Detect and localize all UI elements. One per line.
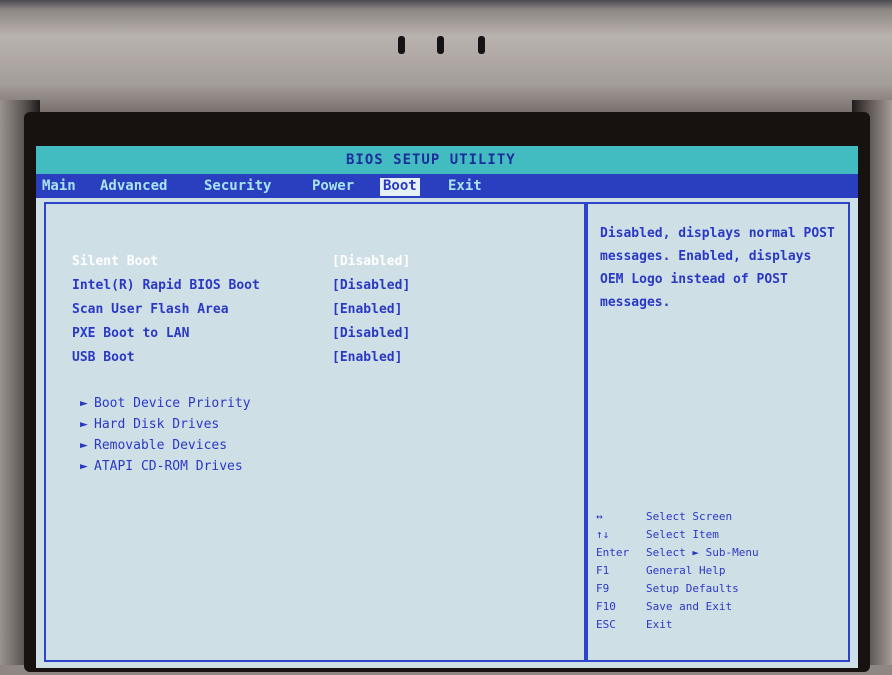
setting-label: Scan User Flash Area [72,302,229,317]
key-desc: Select Item [646,528,719,541]
submenu-label: ATAPI CD-ROM Drives [94,459,243,474]
key-hint: F10 Save and Exit [596,600,732,613]
key-hint: ESC Exit [596,618,673,631]
submenu-arrow-icon: ► [80,417,88,432]
bios-title: BIOS SETUP UTILITY [346,152,516,168]
key-name: ↑↓ [596,528,610,541]
help-text: Disabled, displays normal POST messages.… [600,226,835,310]
key-hint: ↔ Select Screen [596,510,732,523]
monitor-bezel-top [0,0,892,120]
tab-boot[interactable]: Boot [380,178,420,196]
settings-panel: Silent Boot [Disabled] Intel(R) Rapid BI… [44,202,586,662]
setting-value[interactable]: [Enabled] [332,302,402,317]
setting-label: Intel(R) Rapid BIOS Boot [72,278,260,293]
setting-label: USB Boot [72,350,135,365]
submenu-boot-device-priority[interactable]: ► Boot Device Priority [80,396,251,411]
key-desc: Exit [646,618,673,631]
submenu-arrow-icon: ► [80,459,88,474]
submenu-atapi-cdrom-drives[interactable]: ► ATAPI CD-ROM Drives [80,459,243,474]
bezel-led-2 [437,36,444,54]
tab-exit[interactable]: Exit [448,178,482,196]
menu-bar: Main Advanced Security Power Boot Exit [36,174,858,198]
submenu-label: Boot Device Priority [94,396,251,411]
title-bar: BIOS SETUP UTILITY [36,146,858,174]
key-name: F1 [596,564,610,577]
setting-value[interactable]: [Disabled] [332,278,410,293]
key-name: F10 [596,600,616,613]
key-desc: Setup Defaults [646,582,739,595]
key-desc: General Help [646,564,726,577]
tab-main[interactable]: Main [42,178,76,196]
tab-security[interactable]: Security [204,178,271,196]
setting-value[interactable]: [Enabled] [332,350,402,365]
bezel-led-1 [398,36,405,54]
setting-value[interactable]: [Disabled] [332,326,410,341]
key-hint: F1 General Help [596,564,725,577]
submenu-arrow-icon: ► [80,438,88,453]
key-hint: F9 Setup Defaults [596,582,739,595]
setting-value[interactable]: [Disabled] [332,254,410,269]
setting-label: Silent Boot [72,254,159,269]
key-name: ESC [596,618,616,631]
key-name: Enter [596,546,630,559]
key-desc: Select ► Sub-Menu [646,546,759,559]
key-name: F9 [596,582,610,595]
key-desc: Save and Exit [646,600,733,613]
tab-power[interactable]: Power [312,178,354,196]
submenu-label: Removable Devices [94,438,228,453]
setting-label: PXE Boot to LAN [72,326,190,341]
key-hint: Enter Select ► Sub-Menu [596,546,759,559]
key-desc: Select Screen [646,510,733,523]
bezel-led-3 [478,36,485,54]
submenu-label: Hard Disk Drives [94,417,220,432]
key-hint: ↑↓ Select Item [596,528,719,541]
key-name: ↔ [596,510,603,523]
bios-screen: BIOS SETUP UTILITY Main Advanced Securit… [36,146,858,668]
submenu-removable-devices[interactable]: ► Removable Devices [80,438,227,453]
tab-advanced[interactable]: Advanced [100,178,167,196]
help-panel: Disabled, displays normal POST messages.… [586,202,850,662]
submenu-arrow-icon: ► [80,396,88,411]
submenu-hard-disk-drives[interactable]: ► Hard Disk Drives [80,417,219,432]
